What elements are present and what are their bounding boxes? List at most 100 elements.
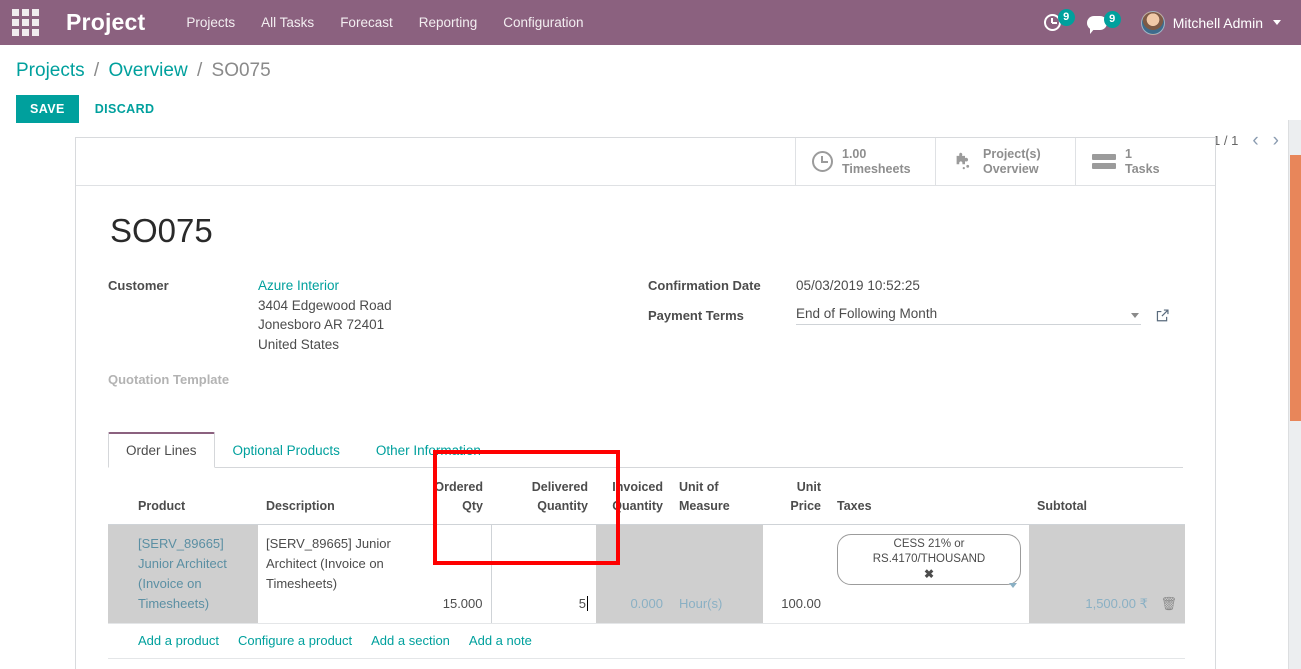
menu-item-configuration[interactable]: Configuration — [490, 3, 596, 42]
breadcrumb-current: SO075 — [211, 60, 271, 81]
cell-subtotal: 1,500.00 ₹ 🗑 — [1029, 524, 1185, 624]
user-menu-button[interactable]: Mitchell Admin — [1135, 7, 1287, 39]
add-line-row: Add a product Configure a product Add a … — [108, 623, 1185, 659]
th-subtotal[interactable]: Subtotal — [1029, 468, 1185, 525]
record-body: SO075 Customer Azure Interior 3404 Edgew… — [76, 186, 1215, 394]
breadcrumb-separator-1: / — [93, 60, 100, 81]
add-line-links: Add a product Configure a product Add a … — [138, 631, 1177, 651]
cell-description[interactable]: [SERV_89665] Junior Architect (Invoice o… — [258, 524, 413, 624]
chevron-down-icon[interactable] — [1009, 583, 1017, 588]
stat-button-project-overview[interactable]: Project(s) Overview — [935, 138, 1075, 185]
menu-item-all-tasks[interactable]: All Tasks — [248, 3, 327, 42]
unit-of-measure-value: Hour(s) — [679, 596, 723, 611]
stat-timesheets-value: 1.00 — [842, 146, 867, 161]
cell-delivered-quantity[interactable]: 5 — [490, 524, 596, 624]
apps-grid-icon[interactable] — [8, 6, 42, 40]
add-a-section-link[interactable]: Add a section — [371, 631, 450, 651]
main-menu: Projects All Tasks Forecast Reporting Co… — [173, 3, 596, 42]
th-delivered-quantity[interactable]: Delivered Quantity — [491, 468, 596, 525]
th-handle — [108, 468, 130, 525]
customer-name-link[interactable]: Azure Interior — [258, 276, 392, 296]
th-unit-price[interactable]: Unit Price — [763, 468, 829, 525]
form-sheet-container: 1.00 Timesheets Project(s) Overview 1 Ta… — [0, 137, 1301, 669]
row-drag-handle[interactable] — [108, 524, 130, 624]
field-quotation-template: Quotation Template — [108, 370, 648, 387]
external-link-icon[interactable] — [1155, 308, 1170, 323]
tab-other-information[interactable]: Other Information — [358, 432, 499, 468]
top-navbar: Project Projects All Tasks Forecast Repo… — [0, 0, 1301, 45]
field-confirmation-date: Confirmation Date 05/03/2019 10:52:25 — [648, 276, 1183, 296]
stat-button-timesheets[interactable]: 1.00 Timesheets — [795, 138, 935, 185]
stat-tasks-value: 1 — [1125, 146, 1132, 161]
quotation-template-label: Quotation Template — [108, 372, 230, 387]
th-ordered-qty[interactable]: Ordered Qty — [413, 468, 491, 525]
form-column-left: Customer Azure Interior 3404 Edgewood Ro… — [108, 276, 648, 394]
control-panel: Projects / Overview / SO075 SAVE DISCARD… — [0, 45, 1301, 150]
menu-item-projects[interactable]: Projects — [173, 3, 248, 42]
chevron-down-icon — [1273, 20, 1281, 25]
list-icon — [1092, 152, 1116, 171]
product-value: [SERV_89665] Junior Architect (Invoice o… — [138, 536, 227, 611]
payment-terms-input[interactable] — [796, 305, 1141, 321]
payment-terms-input-wrap[interactable] — [796, 305, 1141, 325]
close-icon[interactable]: ✖ — [848, 567, 1010, 582]
tax-tag-label: CESS 21% or RS.4170/THOUSAND — [872, 538, 986, 565]
page-title: SO075 — [110, 212, 213, 249]
add-a-note-link[interactable]: Add a note — [469, 631, 532, 651]
puzzle-piece-icon — [952, 151, 974, 172]
customer-address-line-2: Jonesboro AR 72401 — [258, 317, 385, 332]
invoiced-quantity-value: 0.000 — [630, 596, 663, 611]
description-value: [SERV_89665] Junior Architect (Invoice o… — [266, 536, 391, 591]
vertical-scrollbar[interactable] — [1288, 120, 1301, 669]
chevron-down-icon[interactable] — [1131, 312, 1139, 318]
th-taxes[interactable]: Taxes — [829, 468, 1029, 525]
breadcrumb-separator-2: / — [196, 60, 203, 81]
activity-count-badge: 9 — [1057, 9, 1075, 26]
add-a-product-link[interactable]: Add a product — [138, 631, 219, 651]
delivered-quantity-value: 5 — [578, 596, 586, 611]
trash-icon[interactable]: 🗑 — [1160, 594, 1177, 614]
menu-item-forecast[interactable]: Forecast — [327, 3, 406, 42]
th-unit-of-measure[interactable]: Unit of Measure — [671, 468, 763, 525]
activity-menu-button[interactable]: 9 — [1038, 9, 1077, 35]
form-columns: Customer Azure Interior 3404 Edgewood Ro… — [108, 276, 1183, 394]
clock-icon — [812, 151, 833, 172]
user-name-label: Mitchell Admin — [1172, 14, 1263, 31]
breadcrumb-projects[interactable]: Projects — [16, 60, 85, 81]
avatar — [1140, 10, 1165, 35]
text-cursor — [587, 596, 588, 611]
vertical-scrollbar-thumb[interactable] — [1290, 155, 1301, 421]
th-product[interactable]: Product — [130, 468, 258, 525]
cell-product[interactable]: [SERV_89665] Junior Architect (Invoice o… — [130, 524, 258, 624]
subtotal-value: 1,500.00 ₹ — [1085, 596, 1148, 611]
discard-button[interactable]: DISCARD — [85, 95, 165, 123]
stat-button-tasks[interactable]: 1 Tasks — [1075, 138, 1215, 185]
cell-invoiced-quantity[interactable]: 0.000 — [596, 524, 671, 624]
cell-taxes[interactable]: CESS 21% or RS.4170/THOUSAND ✖ — [829, 524, 1029, 624]
notebook-tabs: Order Lines Optional Products Other Info… — [108, 432, 1183, 468]
th-description[interactable]: Description — [258, 468, 413, 525]
stat-button-bar: 1.00 Timesheets Project(s) Overview 1 Ta… — [76, 138, 1215, 186]
messages-menu-button[interactable]: 9 — [1081, 10, 1123, 34]
menu-item-reporting[interactable]: Reporting — [406, 3, 491, 42]
tax-tag[interactable]: CESS 21% or RS.4170/THOUSAND ✖ — [837, 534, 1021, 585]
terms-and-conditions-zone: Terms and conditions... (note: you can s… — [76, 659, 1215, 669]
th-invoiced-quantity[interactable]: Invoiced Quantity — [596, 468, 671, 525]
tab-optional-products[interactable]: Optional Products — [215, 432, 358, 468]
cell-unit-price[interactable]: 100.00 — [763, 524, 829, 624]
cell-ordered-qty[interactable]: 15.000 — [413, 524, 491, 624]
save-button[interactable]: SAVE — [16, 95, 79, 123]
tab-order-lines[interactable]: Order Lines — [108, 432, 215, 468]
table-row[interactable]: [SERV_89665] Junior Architect (Invoice o… — [108, 524, 1185, 624]
unit-price-value: 100.00 — [781, 596, 821, 611]
configure-a-product-link[interactable]: Configure a product — [238, 631, 352, 651]
cell-unit-of-measure[interactable]: Hour(s) — [671, 524, 763, 624]
form-sheet: 1.00 Timesheets Project(s) Overview 1 Ta… — [75, 137, 1216, 669]
breadcrumb-overview[interactable]: Overview — [108, 60, 187, 81]
confirmation-date-label: Confirmation Date — [648, 278, 761, 293]
app-brand-title[interactable]: Project — [66, 9, 145, 36]
ordered-qty-value: 15.000 — [442, 596, 483, 611]
customer-label: Customer — [108, 278, 169, 293]
form-column-right: Confirmation Date 05/03/2019 10:52:25 Pa… — [648, 276, 1183, 394]
stat-project-label: Overview — [983, 161, 1039, 176]
